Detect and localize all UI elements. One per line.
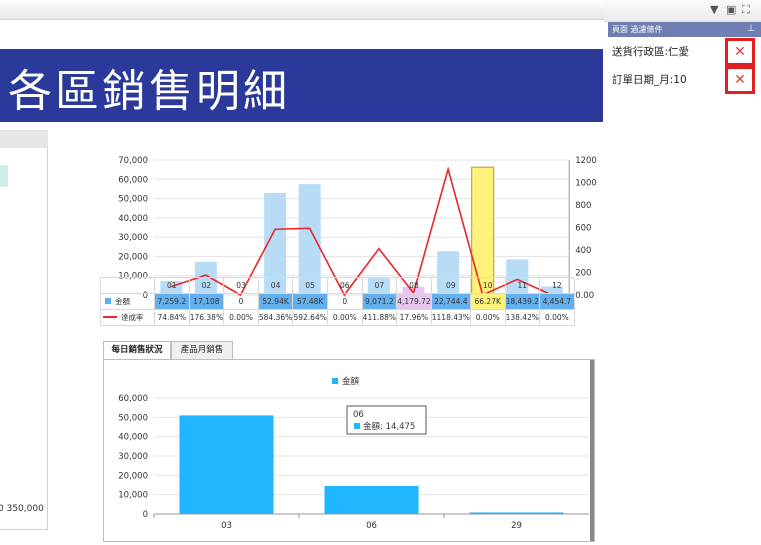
y-tick-label: 30,000: [118, 233, 148, 243]
table-amount-row: 金額 7,259.2 17,108 0 52.94K 57.48K 0 9,071.2 4,17…: [100, 293, 575, 310]
tooltip-text: 金額: 14,475: [363, 421, 415, 432]
table-amount-cell: 57.48K: [292, 293, 328, 310]
tab-daily-sales[interactable]: 每日銷售狀況: [103, 341, 171, 360]
table-amount-cell: 4,454.7: [539, 293, 575, 310]
table-month-header: 09: [430, 277, 471, 294]
table-rate-cell: 17.96%: [396, 309, 432, 326]
filter-panel-title: 頁面 過濾條件: [612, 25, 663, 34]
filter-sidebar: ▼ ▣ ⛶ 頁面 過濾條件 ⊥ 送貨行政區:仁愛 ✕ 訂單日期_月:10 ✕: [604, 0, 761, 545]
table-month-header: 05: [292, 277, 328, 294]
y2-tick-label: 1200: [575, 156, 597, 166]
table-amount-cell: 7,259.2: [154, 293, 190, 310]
table-month-header: 10: [469, 277, 506, 294]
amount-bar: [324, 486, 419, 514]
y-tick-label: 60,000: [118, 394, 148, 404]
table-month-header: 04: [257, 277, 294, 294]
table-month-header: 08: [396, 277, 432, 294]
pin-icon[interactable]: ⊥: [747, 22, 755, 37]
tab-product-monthly-sales[interactable]: 產品月銷售: [171, 341, 233, 360]
top-toolbar: [0, 0, 604, 20]
y2-tick-label: 400: [575, 246, 591, 256]
table-month-header: 12: [539, 277, 575, 294]
export-icon[interactable]: ▣: [726, 3, 736, 16]
table-corner: [100, 277, 155, 294]
remove-filter-month-button[interactable]: ✕: [725, 66, 755, 94]
left-chart-x-tick: 0 350,000: [0, 504, 44, 514]
legend-label: 金額: [342, 376, 360, 387]
filter-icon[interactable]: ▼: [710, 3, 718, 16]
table-rate-row: 達成率 74.84% 176.38% 0.00% 584.36% 592.64% 0.00%…: [100, 309, 575, 326]
table-header-row: 01 02 03 04 05 06 07 08 09 10 11 12: [100, 277, 575, 294]
table-amount-cell: 52.94K: [257, 293, 294, 310]
table-month-header: 03: [223, 277, 259, 294]
y-tick-label: 50,000: [118, 195, 148, 205]
left-chart-bar: [0, 165, 8, 187]
table-month-header: 06: [326, 277, 363, 294]
remove-filter-district-button[interactable]: ✕: [725, 38, 755, 66]
y2-tick-label: 0.00: [575, 291, 594, 301]
y-tick-label: 40,000: [118, 433, 148, 443]
y2-tick-label: 800: [575, 201, 591, 211]
y-tick-label: 50,000: [118, 413, 148, 423]
y-tick-label: 10,000: [118, 491, 148, 501]
table-month-header: 02: [188, 277, 225, 294]
page-banner: 各區銷售明細: [0, 49, 603, 122]
table-amount-cell: 4,179.72: [396, 293, 432, 310]
table-rate-cell: 0.00%: [539, 309, 575, 326]
y2-tick-label: 200: [575, 269, 591, 279]
daily-sales-chart: 金額 60,000 50,000 40,000 30,000 20,000 10,000 0 0…: [118, 360, 594, 541]
y-tick-label: 20,000: [118, 471, 148, 481]
monthly-data-table: 01 02 03 04 05 06 07 08 09 10 11 12 金額 7,259.2 17,108 0…: [100, 277, 575, 326]
table-rate-cell: 0.00%: [223, 309, 259, 326]
table-rate-cell: 592.64%: [292, 309, 328, 326]
table-month-header: 07: [361, 277, 398, 294]
filter-item-month: 訂單日期_月:10: [612, 74, 687, 86]
amount-bar: [469, 512, 564, 514]
table-amount-cell: 18,439.2: [504, 293, 541, 310]
y-tick-label: 40,000: [118, 214, 148, 224]
fullscreen-icon[interactable]: ⛶: [742, 3, 750, 17]
x-tick-label: 29: [511, 521, 522, 531]
table-series-amount: 金額: [100, 293, 155, 310]
y2-tick-label: 1000: [575, 179, 597, 189]
y-tick-label: 20,000: [118, 252, 148, 262]
x-tick-label: 06: [366, 521, 377, 531]
left-chart-header: [0, 130, 48, 148]
scrollbar: [590, 360, 594, 541]
table-rate-cell: 1118.43%: [430, 309, 471, 326]
table-amount-cell: 9,071.2: [361, 293, 398, 310]
tooltip-swatch: [354, 423, 360, 429]
table-rate-cell: 176.38%: [188, 309, 225, 326]
x-tick-label: 03: [221, 521, 232, 531]
y2-tick-label: 600: [575, 224, 591, 234]
daily-sales-panel: 金額 60,000 50,000 40,000 30,000 20,000 10,000 0 0…: [103, 359, 595, 542]
y-tick-label: 70,000: [118, 156, 148, 166]
table-amount-cell: 66.27K: [469, 293, 506, 310]
table-rate-cell: 0.00%: [326, 309, 363, 326]
amount-bar: [471, 166, 495, 296]
filter-item-district: 送貨行政區:仁愛: [612, 46, 690, 58]
y-tick-label: 0: [143, 510, 148, 520]
table-amount-cell: 0: [223, 293, 259, 310]
table-rate-cell: 74.84%: [154, 309, 190, 326]
tooltip-title: 06: [353, 410, 364, 420]
table-amount-cell: 17,108: [188, 293, 225, 310]
amount-bar: [179, 415, 274, 514]
table-amount-cell: 22,744.4: [430, 293, 471, 310]
left-chart-panel: 0 350,000: [0, 130, 48, 530]
table-series-rate: 達成率: [100, 309, 155, 326]
table-rate-cell: 411.88%: [361, 309, 398, 326]
table-rate-cell: 0.00%: [469, 309, 506, 326]
y-tick-label: 60,000: [118, 175, 148, 185]
sidebar-toolbar: ▼ ▣ ⛶: [604, 0, 761, 22]
table-amount-cell: 0: [326, 293, 363, 310]
page-title: 各區銷售明細: [8, 66, 290, 117]
y-tick-label: 30,000: [118, 452, 148, 462]
table-month-header: 01: [154, 277, 190, 294]
table-rate-cell: 584.36%: [257, 309, 294, 326]
legend-swatch: [332, 378, 338, 384]
table-rate-cell: 138.42%: [504, 309, 541, 326]
filter-panel-header: 頁面 過濾條件 ⊥: [608, 22, 761, 37]
table-month-header: 11: [504, 277, 541, 294]
